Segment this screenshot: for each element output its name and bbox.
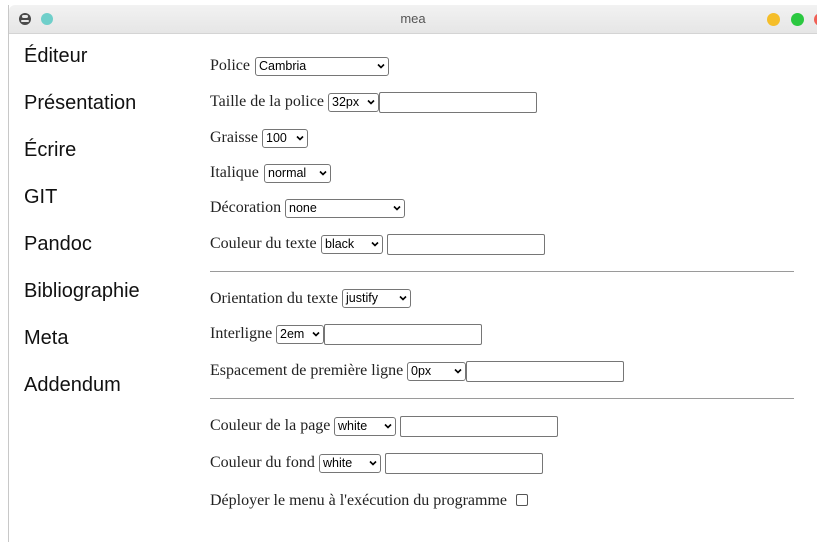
minimize-button[interactable]	[767, 13, 780, 26]
taille-select-value: 32px	[332, 95, 360, 109]
sidebar-item-bibliographie[interactable]: Bibliographie	[24, 280, 140, 303]
graisse-select[interactable]: 100	[262, 129, 308, 148]
sidebar-item-ecrire[interactable]: Écrire	[24, 139, 76, 162]
espacement-select-value: 0px	[411, 364, 432, 378]
couleur-page-select[interactable]: white	[334, 417, 396, 436]
espacement-label: Espacement de première ligne	[210, 362, 404, 379]
chevron-down-icon	[454, 368, 462, 374]
taille-label: Taille de la police	[210, 93, 324, 110]
sidebar-item-pandoc[interactable]: Pandoc	[24, 233, 92, 256]
window-title: mea	[400, 11, 426, 26]
couleur-fond-label: Couleur du fond	[210, 454, 315, 471]
deployer-checkbox[interactable]	[516, 494, 528, 506]
orientation-label: Orientation du texte	[210, 290, 338, 307]
chevron-down-icon	[369, 460, 377, 466]
espacement-input[interactable]	[466, 361, 624, 382]
orientation-select[interactable]: justify	[342, 289, 411, 308]
police-select[interactable]: Cambria	[255, 57, 389, 76]
interligne-select[interactable]: 2em	[276, 325, 324, 344]
chevron-down-icon	[296, 135, 304, 141]
espacement-select[interactable]: 0px	[407, 362, 466, 381]
chevron-down-icon	[319, 170, 327, 176]
sidebar-item-addendum[interactable]: Addendum	[24, 374, 121, 397]
sidebar-item-presentation[interactable]: Présentation	[24, 92, 136, 115]
couleur-page-input[interactable]	[400, 416, 558, 437]
decoration-select-value: none	[289, 201, 317, 215]
couleur-texte-input[interactable]	[387, 234, 545, 255]
couleur-page-label: Couleur de la page	[210, 417, 331, 434]
title-bar: mea	[9, 5, 817, 34]
interligne-label: Interligne	[210, 325, 273, 342]
taille-input[interactable]	[379, 92, 537, 113]
sidebar-item-meta[interactable]: Meta	[24, 327, 68, 350]
chevron-down-icon	[377, 63, 385, 69]
police-label: Police	[210, 57, 250, 74]
decoration-select[interactable]: none	[285, 199, 405, 218]
graisse-select-value: 100	[266, 131, 287, 145]
chevron-down-icon	[312, 331, 320, 337]
sidebar-item-editeur[interactable]: Éditeur	[24, 45, 87, 68]
couleur-fond-select-value: white	[323, 456, 353, 470]
chevron-down-icon	[399, 295, 407, 301]
interligne-input[interactable]	[324, 324, 482, 345]
maximize-button[interactable]	[791, 13, 804, 26]
italique-select[interactable]: normal	[264, 164, 331, 183]
couleur-page-select-value: white	[338, 419, 368, 433]
taille-select[interactable]: 32px	[328, 93, 379, 112]
couleur-texte-select[interactable]: black	[321, 235, 383, 254]
sidebar-item-git[interactable]: GIT	[24, 186, 57, 209]
couleur-fond-input[interactable]	[385, 453, 543, 474]
deployer-label: Déployer le menu à l'exécution du progra…	[210, 492, 507, 509]
decoration-label: Décoration	[210, 199, 282, 216]
interligne-select-value: 2em	[280, 327, 305, 341]
chevron-down-icon	[371, 241, 379, 247]
graisse-label: Graisse	[210, 129, 258, 146]
orientation-select-value: justify	[346, 291, 378, 305]
couleur-fond-select[interactable]: white	[319, 454, 381, 473]
couleur-texte-label: Couleur du texte	[210, 235, 317, 252]
separator	[210, 398, 794, 399]
chevron-down-icon	[393, 205, 401, 211]
chevron-down-icon	[384, 423, 392, 429]
italique-select-value: normal	[268, 166, 307, 180]
separator	[210, 271, 794, 272]
police-select-value: Cambria	[259, 59, 307, 73]
chevron-down-icon	[367, 99, 375, 105]
italique-label: Italique	[210, 164, 259, 181]
couleur-texte-select-value: black	[325, 237, 355, 251]
window-left-border	[8, 5, 9, 542]
